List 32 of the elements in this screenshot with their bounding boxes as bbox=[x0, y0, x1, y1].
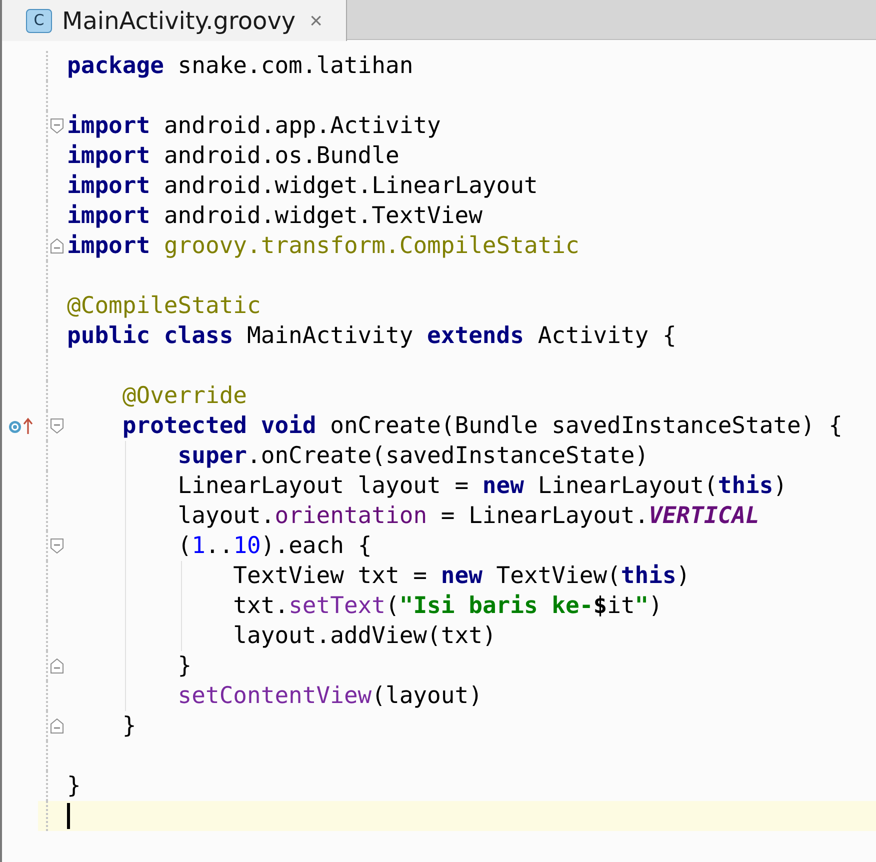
code-line: @Override bbox=[121, 382, 248, 411]
code-line: import android.widget.LinearLayout bbox=[67, 172, 538, 201]
code-line: import android.os.Bundle bbox=[67, 142, 400, 171]
code-line: @CompileStatic bbox=[67, 292, 261, 321]
code-line: super.onCreate(savedInstanceState) bbox=[176, 442, 649, 471]
fold-icon[interactable] bbox=[50, 238, 64, 254]
file-tab[interactable]: C MainActivity.groovy × bbox=[2, 0, 348, 41]
close-button[interactable]: × bbox=[310, 4, 322, 37]
code-line: package snake.com.latihan bbox=[67, 52, 414, 81]
fold-icon[interactable] bbox=[50, 118, 64, 134]
fold-icon[interactable] bbox=[50, 538, 64, 554]
code-line: } bbox=[67, 772, 81, 801]
code-line: import android.widget.TextView bbox=[67, 202, 482, 231]
code-line: protected void onCreate(Bundle savedInstanceState) { bbox=[121, 412, 842, 441]
code-line: } bbox=[176, 652, 192, 681]
fold-icon[interactable] bbox=[50, 718, 64, 734]
code-line: import android.app.Activity bbox=[67, 112, 441, 141]
class-file-icon: C bbox=[26, 8, 52, 32]
code-line: txt.setText("Isi baris ke-$it") bbox=[232, 592, 663, 621]
code-line: TextView txt = new TextView(this) bbox=[232, 562, 690, 591]
code-line: (1..10).each { bbox=[176, 532, 372, 561]
code-line: layout.orientation = LinearLayout.VERTICAL bbox=[176, 502, 760, 531]
code-line: import groovy.transform.CompileStatic bbox=[67, 232, 580, 261]
code-line: setContentView(layout) bbox=[176, 682, 482, 711]
code-line: layout.addView(txt) bbox=[232, 622, 496, 651]
text-caret bbox=[67, 803, 70, 829]
code-line: LinearLayout layout = new LinearLayout(this) bbox=[176, 472, 788, 501]
code-line: public class MainActivity extends Activity { bbox=[67, 322, 676, 351]
code-line: } bbox=[121, 712, 136, 741]
tab-title: MainActivity.groovy bbox=[62, 6, 296, 36]
fold-icon[interactable] bbox=[50, 418, 64, 434]
fold-icon[interactable] bbox=[50, 658, 64, 674]
